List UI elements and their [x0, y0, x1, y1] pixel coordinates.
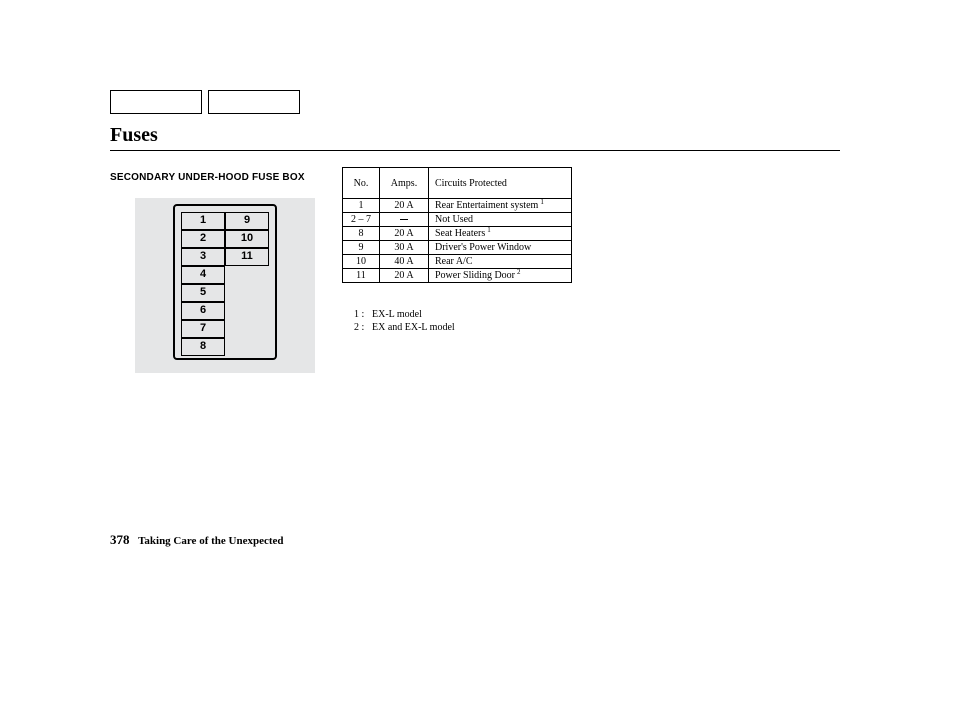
section-subtitle: SECONDARY UNDER-HOOD FUSE BOX	[110, 172, 305, 183]
cell-no: 8	[343, 227, 380, 241]
fuse-panel: 1 2 3 4 5 6 7 8 9 10 11	[173, 204, 277, 360]
cell-amps	[380, 213, 429, 227]
fuse-slot-4: 4	[181, 266, 225, 284]
fuse-slot-6: 6	[181, 302, 225, 320]
th-amps: Amps.	[380, 168, 429, 199]
footer-text: Taking Care of the Unexpected	[138, 535, 283, 547]
cell-circuit: Power Sliding Door2	[429, 269, 572, 283]
fuse-slot-7: 7	[181, 320, 225, 338]
table-row: 1040 ARear A/C	[343, 255, 572, 269]
fuse-slot-2: 2	[181, 230, 225, 248]
th-circuits: Circuits Protected	[429, 168, 572, 199]
footnote-num: 2 :	[354, 321, 372, 334]
cell-no: 1	[343, 199, 380, 213]
cell-no: 11	[343, 269, 380, 283]
page-number: 378	[110, 532, 130, 547]
fuse-slot-5: 5	[181, 284, 225, 302]
footnote-ref: 1	[487, 226, 491, 234]
cell-circuit: Rear Entertaiment system1	[429, 199, 572, 213]
cell-amps: 30 A	[380, 241, 429, 255]
cell-no: 9	[343, 241, 380, 255]
cell-amps: 20 A	[380, 269, 429, 283]
page-footer: 378 Taking Care of the Unexpected	[110, 532, 284, 548]
dash-icon	[400, 219, 408, 220]
cell-amps: 20 A	[380, 227, 429, 241]
footnotes: 1 :EX-L model2 :EX and EX-L model	[354, 308, 455, 334]
cell-amps: 40 A	[380, 255, 429, 269]
header-box-2	[208, 90, 300, 114]
footnote-num: 1 :	[354, 308, 372, 321]
table-row: 2 – 7 Not Used	[343, 213, 572, 227]
footnote: 2 :EX and EX-L model	[354, 321, 455, 334]
title-rule	[110, 150, 840, 151]
table-row: 1120 APower Sliding Door2	[343, 269, 572, 283]
table-row: 120 ARear Entertaiment system1	[343, 199, 572, 213]
fuse-slot-11: 11	[225, 248, 269, 266]
table-row: 820 ASeat Heaters1	[343, 227, 572, 241]
th-no: No.	[343, 168, 380, 199]
header-boxes	[110, 90, 300, 114]
footnote-text: EX-L model	[372, 308, 422, 321]
fuse-slot-9: 9	[225, 212, 269, 230]
fuse-table: No. Amps. Circuits Protected 120 ARear E…	[342, 167, 572, 283]
header-box-1	[110, 90, 202, 114]
cell-circuit: Rear A/C	[429, 255, 572, 269]
page-title: Fuses	[110, 124, 158, 147]
cell-circuit: Seat Heaters1	[429, 227, 572, 241]
footnote-ref: 1	[540, 198, 544, 206]
cell-amps: 20 A	[380, 199, 429, 213]
footnote: 1 :EX-L model	[354, 308, 455, 321]
fuse-box-diagram: 1 2 3 4 5 6 7 8 9 10 11	[135, 198, 315, 373]
footnote-ref: 2	[517, 268, 521, 276]
page: Fuses SECONDARY UNDER-HOOD FUSE BOX 1 2 …	[0, 0, 954, 710]
fuse-slot-3: 3	[181, 248, 225, 266]
cell-circuit: Driver's Power Window	[429, 241, 572, 255]
table-row: 930 ADriver's Power Window	[343, 241, 572, 255]
fuse-slot-10: 10	[225, 230, 269, 248]
footnote-text: EX and EX-L model	[372, 321, 455, 334]
fuse-slot-8: 8	[181, 338, 225, 356]
cell-no: 2 – 7	[343, 213, 380, 227]
cell-circuit: Not Used	[429, 213, 572, 227]
fuse-slot-1: 1	[181, 212, 225, 230]
fuse-table-body: 120 ARear Entertaiment system12 – 7Not U…	[343, 199, 572, 283]
cell-no: 10	[343, 255, 380, 269]
fuse-table-head: No. Amps. Circuits Protected	[343, 168, 572, 199]
